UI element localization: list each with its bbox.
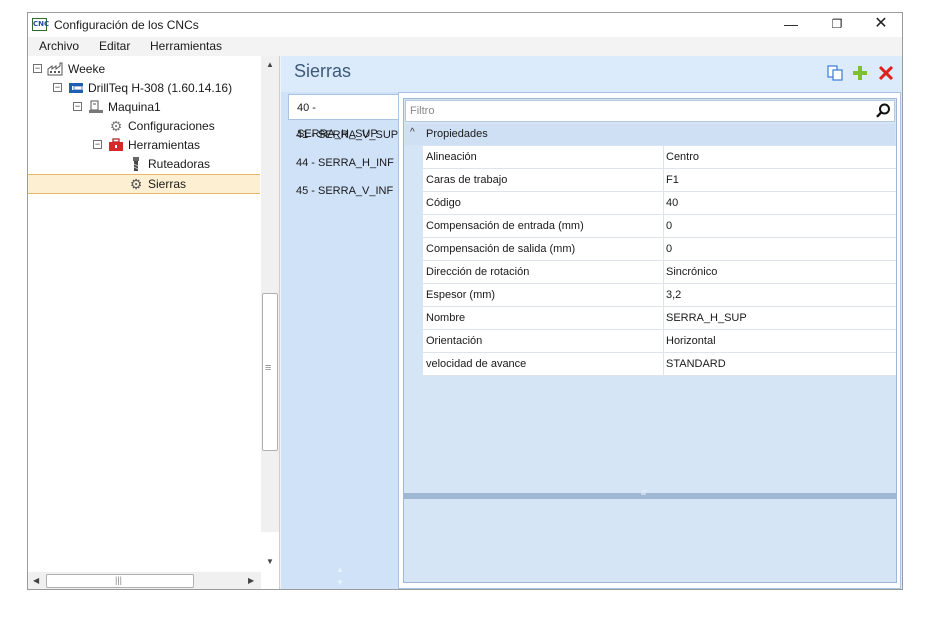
machine-unit-icon [88,99,104,115]
menu-archivo[interactable]: Archivo [39,39,79,53]
property-value[interactable]: SERRA_H_SUP [663,307,893,329]
tree-node-label: Herramientas [128,138,201,152]
tree-node-ruteadoras[interactable]: Ruteadoras [28,155,260,174]
property-value[interactable]: Horizontal [663,330,893,352]
property-name: Espesor (mm) [426,289,496,301]
property-value[interactable]: 3,2 [663,284,893,306]
collapse-toggle[interactable]: − [53,83,62,92]
scroll-right-icon[interactable]: ▶ [248,576,254,585]
property-name: Compensación de salida (mm) [426,243,576,255]
tree-node-label: Ruteadoras [148,157,211,171]
property-row-compensacion-salida[interactable]: Compensación de salida (mm) 0 [423,238,896,261]
property-name: Caras de trabajo [426,174,508,186]
property-row-velocidad-avance[interactable]: velocidad de avance STANDARD [423,353,896,376]
property-value[interactable]: STANDARD [663,353,893,375]
minimize-button[interactable]: — [768,13,814,37]
tree-node-label: Configuraciones [128,119,215,133]
property-grid: ^ Propiedades Alineación Centro Caras de… [403,98,897,494]
tab-serra-h-inf[interactable]: 44 - SERRA_H_INF [288,150,399,176]
close-button[interactable]: ✕ [858,13,902,37]
property-rows: Alineación Centro Caras de trabajo F1 Có… [423,146,896,376]
property-name: velocidad de avance [426,358,527,370]
property-row-compensacion-entrada[interactable]: Compensación de entrada (mm) 0 [423,215,896,238]
scroll-left-icon[interactable]: ◀ [33,576,39,585]
grip-icon: ||| [115,575,123,585]
property-name: Nombre [426,312,466,324]
menu-editar[interactable]: Editar [99,39,130,53]
tree-node-configuraciones[interactable]: ⚙ Configuraciones [28,117,260,136]
tree-node-label: Weeke [68,62,106,76]
factory-icon [47,61,63,77]
cnc-app-icon: CNC [32,18,49,31]
toolbox-icon [108,137,124,153]
property-name: Alineación [426,151,477,163]
property-name: Dirección de rotación [426,266,530,278]
property-name: Orientación [426,335,483,347]
property-value[interactable]: 0 [663,238,893,260]
grip-icon: ///// [641,490,647,497]
menu-herramientas[interactable]: Herramientas [150,39,222,53]
tree-panel: − Weeke − DrillTeq H-308 (1.60.14.16) − … [28,56,280,589]
tree-node-maquina1[interactable]: − Maquina1 [28,98,260,117]
vertical-scroll-thumb[interactable]: ≡ [262,293,278,451]
tab-strip: 40 - SERRA_H_SUP 41 - SERRA_V_SUP 44 - S… [281,92,399,589]
add-icon[interactable] [851,64,869,82]
property-value[interactable]: 40 [663,192,893,214]
collapse-toggle[interactable]: − [93,140,102,149]
router-bit-icon [128,156,144,172]
content-panel: Sierras 40 - SERRA_H_SUP 41 - SERRA_V_SU… [281,56,902,589]
tab-scroll-up-icon[interactable]: ▲ [336,565,344,574]
category-propiedades[interactable]: ^ Propiedades [405,124,895,145]
tree-node-label: Maquina1 [108,100,161,114]
scroll-down-icon[interactable]: ▼ [266,557,274,566]
property-name: Compensación de entrada (mm) [426,220,584,232]
window-title: Configuración de los CNCs [54,18,199,32]
machine-icon [68,80,84,96]
property-value[interactable]: F1 [663,169,893,191]
tab-serra-h-sup[interactable]: 40 - SERRA_H_SUP [288,94,399,140]
property-row-caras-de-trabajo[interactable]: Caras de trabajo F1 [423,169,896,192]
description-panel [403,499,897,583]
gear-icon: ⚙ [109,118,123,134]
maximize-button[interactable]: ❐ [814,13,860,37]
tab-serra-v-sup[interactable]: 41 - SERRA_V_SUP [288,122,399,148]
scroll-up-icon[interactable]: ▲ [266,60,274,69]
horizontal-scroll-thumb[interactable]: ||| [46,574,194,588]
property-row-orientacion[interactable]: Orientación Horizontal [423,330,896,353]
filter-box [405,100,895,122]
property-name: Código [426,197,461,209]
saw-blade-icon: ⚙ [129,176,143,192]
category-label: Propiedades [426,128,488,140]
property-row-codigo[interactable]: Código 40 [423,192,896,215]
tree-node-drillteq[interactable]: − DrillTeq H-308 (1.60.14.16) [28,79,260,98]
copy-icon[interactable] [826,64,844,82]
collapse-toggle[interactable]: − [73,102,82,111]
property-row-nombre[interactable]: Nombre SERRA_H_SUP [423,307,896,330]
tree-node-label: Sierras [148,177,187,191]
property-value[interactable]: Sincrónico [663,261,893,283]
property-frame: ^ Propiedades Alineación Centro Caras de… [398,92,901,589]
tree-node-label: DrillTeq H-308 (1.60.14.16) [88,81,233,95]
tree-node-weeke[interactable]: − Weeke [28,60,260,79]
chevron-up-icon[interactable]: ^ [410,127,415,138]
tree-node-herramientas[interactable]: − Herramientas [28,136,260,155]
tab-scroll-down-icon[interactable]: ▼ [336,578,344,587]
menu-bar: Archivo Editar Herramientas [28,37,902,56]
property-row-direccion-rotacion[interactable]: Dirección de rotación Sincrónico [423,261,896,284]
filter-input[interactable] [406,101,846,121]
grip-icon: ≡ [265,362,272,374]
title-bar: CNC Configuración de los CNCs — ❐ ✕ [28,13,902,37]
search-icon[interactable] [874,102,892,120]
property-row-alineacion[interactable]: Alineación Centro [423,146,896,169]
delete-icon[interactable] [877,64,895,82]
section-title: Sierras [294,61,352,81]
property-row-espesor[interactable]: Espesor (mm) 3,2 [423,284,896,307]
tab-serra-v-inf[interactable]: 45 - SERRA_V_INF [288,178,399,204]
tree-node-sierras[interactable]: ⚙ Sierras [28,174,260,194]
property-value[interactable]: Centro [663,146,893,168]
property-value[interactable]: 0 [663,215,893,237]
collapse-toggle[interactable]: − [33,64,42,73]
main-window: CNC Configuración de los CNCs — ❐ ✕ Arch… [27,12,903,590]
